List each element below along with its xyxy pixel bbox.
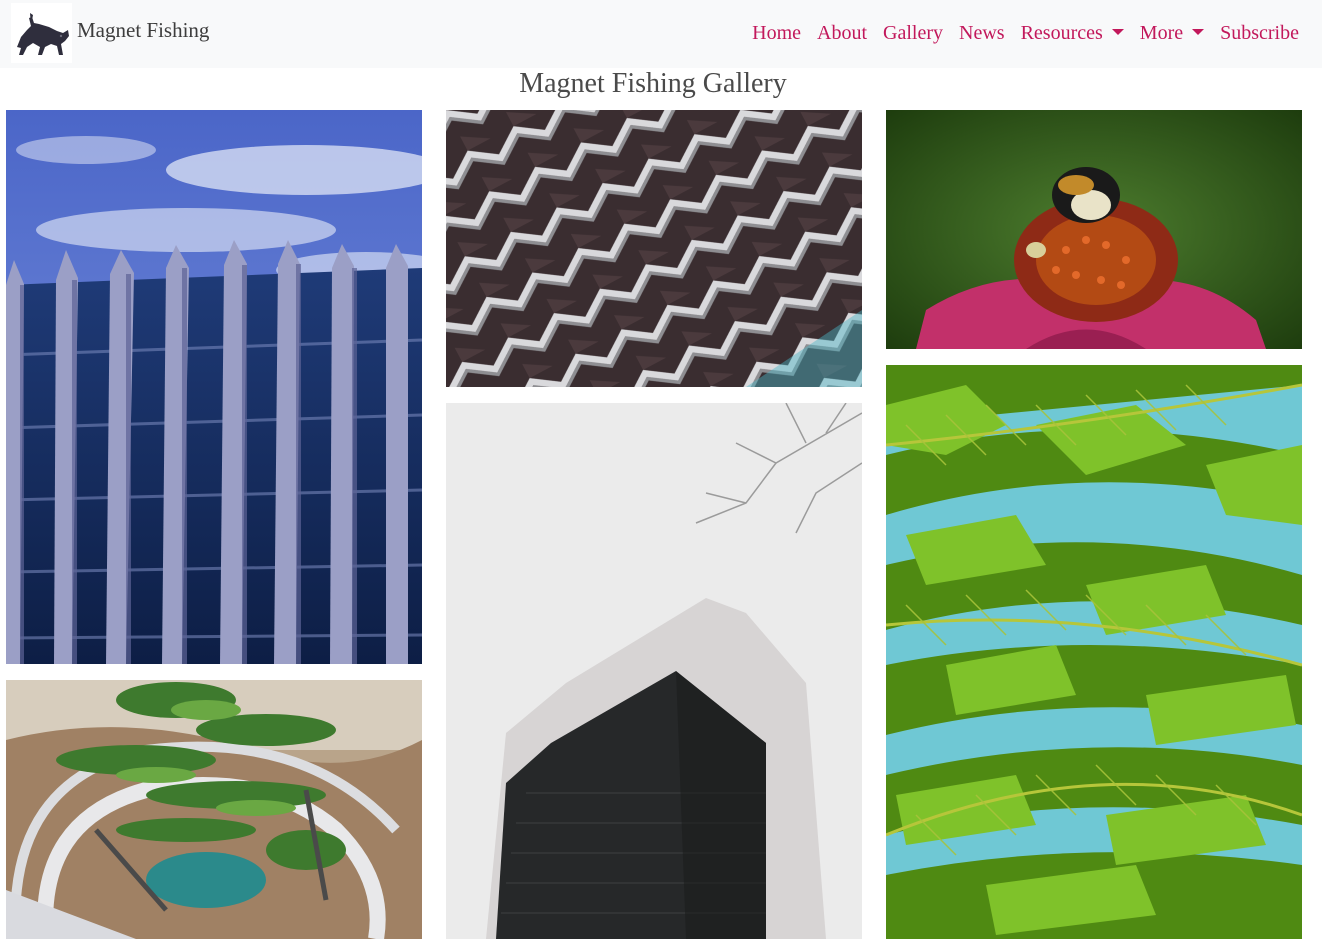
- nav-menu: Home About Gallery News Resources More S…: [744, 19, 1307, 47]
- caret-down-icon: [1192, 29, 1205, 35]
- nav-subscribe[interactable]: Subscribe: [1212, 19, 1307, 47]
- gallery-image-geometric-facade[interactable]: [446, 110, 862, 387]
- page-title: Magnet Fishing Gallery: [519, 68, 787, 99]
- gallery-image-atrium[interactable]: [6, 680, 422, 939]
- brand-link[interactable]: Magnet Fishing: [11, 3, 209, 63]
- nav-resources-dropdown[interactable]: Resources: [1013, 19, 1132, 47]
- nav-news[interactable]: News: [951, 19, 1013, 47]
- caret-down-icon: [1111, 29, 1124, 35]
- gallery-image-dark-skyscraper[interactable]: [446, 403, 862, 939]
- gallery-image-bee-flower[interactable]: [886, 110, 1302, 349]
- dog-logo-icon: [11, 3, 72, 63]
- navbar: Magnet Fishing Home About Gallery News R…: [0, 0, 1322, 68]
- brand-name: Magnet Fishing: [77, 17, 210, 42]
- gallery-image-fern[interactable]: [886, 365, 1302, 939]
- nav-about[interactable]: About: [809, 19, 875, 47]
- nav-more-dropdown[interactable]: More: [1132, 19, 1212, 47]
- gallery-image-building-facade[interactable]: [6, 110, 422, 664]
- nav-gallery[interactable]: Gallery: [875, 19, 951, 47]
- nav-home[interactable]: Home: [744, 19, 809, 47]
